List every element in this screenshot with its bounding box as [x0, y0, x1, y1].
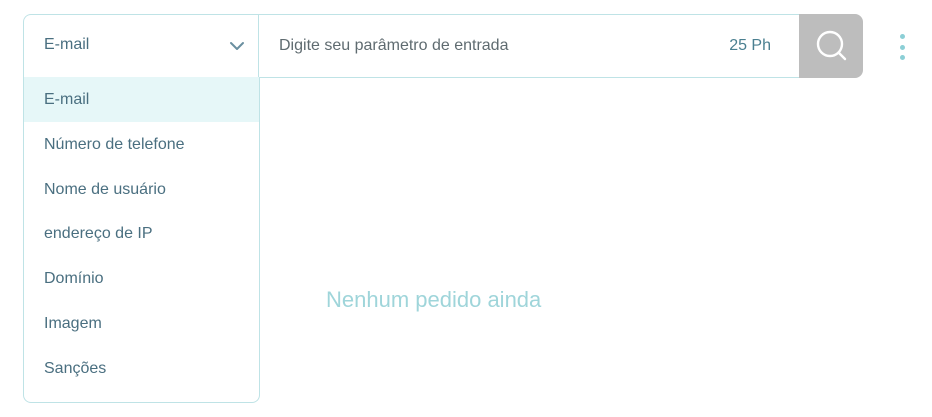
search-cost: 25 Ph [729, 37, 771, 54]
search-icon [816, 30, 847, 61]
chevron-down-icon[interactable] [229, 40, 245, 52]
search-bar: E-mail 25 Ph [23, 14, 863, 78]
dropdown-option-sanctions[interactable]: Sanções [24, 346, 259, 391]
search-input[interactable] [279, 33, 709, 59]
more-dot [899, 44, 905, 50]
search-type-value: E-mail [44, 36, 90, 53]
dropdown-option-domain[interactable]: Domínio [24, 256, 259, 301]
empty-state-message: Nenhum pedido ainda [326, 287, 542, 312]
dropdown-option-username[interactable]: Nome de usuário [24, 167, 259, 212]
search-button[interactable] [799, 14, 863, 78]
dropdown-option-ip[interactable]: endereço de IP [24, 211, 259, 256]
dropdown-option-email[interactable]: E-mail [24, 77, 259, 122]
search-type-dropdown: E-mail Número de telefone Nome de usuári… [23, 77, 260, 403]
dropdown-option-image[interactable]: Imagem [24, 301, 259, 346]
search-input-box: 25 Ph [258, 14, 800, 78]
more-dot [899, 55, 905, 60]
search-type-select[interactable]: E-mail [23, 14, 259, 78]
dropdown-option-phone[interactable]: Número de telefone [24, 122, 259, 167]
more-vertical-icon[interactable] [895, 34, 909, 60]
more-dot [899, 34, 905, 39]
